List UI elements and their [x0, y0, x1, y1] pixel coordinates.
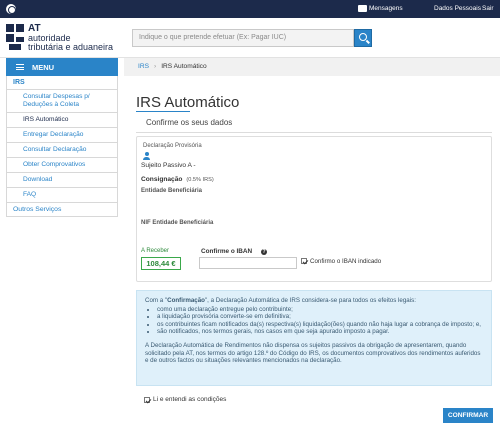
title-divider [136, 111, 190, 112]
sidebar-item-obter-comprovativos[interactable]: Obter Comprovativos [6, 158, 118, 173]
list-item: são notificados, nos termos gerais, nos … [157, 328, 483, 336]
menu-header[interactable]: MENU [6, 58, 118, 76]
iban-input[interactable] [199, 257, 297, 269]
provisional-label: Declaração Provisória [143, 143, 202, 149]
consignment-label: Consignação [141, 176, 183, 183]
top-bar: Mensagens Dados Pessoais Sair [0, 0, 500, 18]
sidebar-item-download[interactable]: Download [6, 173, 118, 188]
personal-data-link[interactable]: Dados Pessoais [434, 5, 481, 12]
search-button[interactable] [354, 29, 372, 47]
consignment-row: Consignação (0.5% IRS) [141, 176, 214, 183]
accept-checkbox[interactable] [144, 397, 150, 403]
sidebar-section-irs[interactable]: IRS [6, 76, 118, 90]
messages-link[interactable]: Mensagens [369, 5, 403, 12]
iban-label: Confirme o IBAN [201, 248, 253, 255]
search-input[interactable]: Indique o que pretende efetuar (Ex: Paga… [132, 29, 354, 47]
help-icon[interactable]: ? [261, 249, 267, 255]
chevron-right-icon: › [154, 63, 157, 70]
logout-link[interactable]: Sair [482, 5, 494, 12]
globe-icon[interactable] [6, 4, 16, 14]
logo-line-3: tributária e aduaneira [28, 41, 114, 52]
sidebar-item-label: Deduções à Coleta [23, 101, 80, 108]
sidebar-item-consultar-despesas[interactable]: Consultar Despesas p/ Deduções à Coleta [6, 90, 118, 113]
at-logo-icon[interactable] [6, 24, 24, 50]
iban-confirm-label: Confirmo o IBAN indicado [310, 258, 382, 265]
list-item: como uma declaração entregue pelo contri… [157, 306, 483, 314]
info-list: como uma declaração entregue pelo contri… [157, 306, 483, 336]
breadcrumb-current: IRS Automático [161, 63, 207, 70]
page-title: IRS Automático [136, 94, 240, 111]
sidebar-item-faq[interactable]: FAQ [6, 188, 118, 203]
confirm-button[interactable]: CONFIRMAR [443, 408, 493, 423]
hamburger-icon [16, 64, 24, 70]
beneficiary-nif-label: NIF Entidade Beneficiária [141, 220, 214, 226]
page-subtitle: Confirme os seus dados [136, 114, 492, 133]
mail-icon[interactable] [358, 5, 367, 12]
breadcrumb-home[interactable]: IRS [138, 63, 149, 70]
sidebar-item-irs-automatico[interactable]: IRS Automático [6, 113, 118, 128]
menu-label: MENU [32, 63, 55, 72]
refund-amount: 108,44 € [141, 257, 181, 270]
breadcrumb: IRS › IRS Automático [124, 58, 500, 76]
info-intro: Com a "Confirmação", a Declaração Automá… [145, 297, 416, 304]
sidebar-item-label: Consultar Despesas p/ [23, 93, 90, 100]
consignment-value: (0.5% IRS) [186, 177, 214, 183]
logo-text[interactable]: AT autoridade tributária e aduaneira [28, 24, 113, 51]
beneficiary-label: Entidade Beneficiária [141, 188, 203, 194]
user-icon [143, 152, 150, 160]
sidebar-item-entregar-declaracao[interactable]: Entregar Declaração [6, 128, 118, 143]
sidebar-item-consultar-declaracao[interactable]: Consultar Declaração [6, 143, 118, 158]
list-item: os contribuintes ficam notificados da(s)… [157, 321, 483, 329]
sidebar: MENU IRS Consultar Despesas p/ Deduções … [6, 58, 118, 217]
iban-confirm-checkbox[interactable] [301, 258, 307, 264]
info-panel: Com a "Confirmação", a Declaração Automá… [136, 290, 492, 386]
accept-label: Li e entendi as condições [153, 396, 227, 403]
taxpayer-label: Sujeito Passivo A - [141, 162, 196, 169]
header: AT autoridade tributária e aduaneira Ind… [0, 18, 500, 58]
declaration-panel: Declaração Provisória Sujeito Passivo A … [136, 136, 492, 282]
sidebar-item-outros-servicos[interactable]: Outros Serviços [6, 203, 118, 217]
list-item: a liquidação provisória converte-se em d… [157, 313, 483, 321]
receive-label: A Receber [141, 248, 170, 254]
info-intro-bold: Confirmação [167, 297, 205, 304]
info-paragraph: A Declaração Automática de Rendimentos n… [145, 341, 481, 365]
